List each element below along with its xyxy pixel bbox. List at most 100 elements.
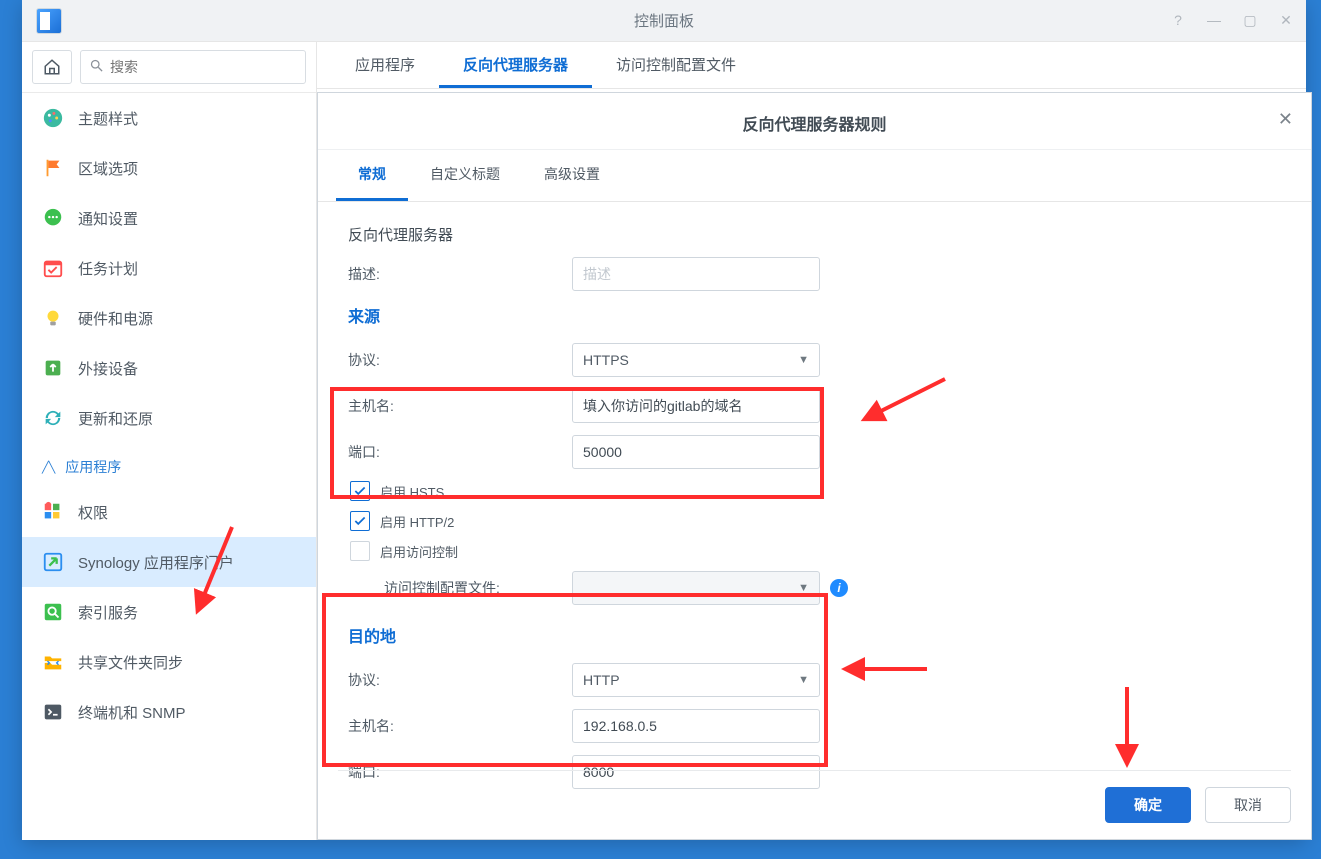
home-icon — [43, 58, 61, 76]
checkbox-access-control[interactable]: 启用访问控制 — [348, 541, 1281, 561]
chat-icon — [42, 207, 64, 229]
sidebar-item-regional[interactable]: 区域选项 — [22, 143, 316, 193]
sidebar-item-update-restore[interactable]: 更新和还原 — [22, 393, 316, 443]
search-field[interactable] — [110, 59, 297, 75]
sidebar-item-label: 终端机和 SNMP — [78, 702, 186, 723]
checkbox-label: 启用 HSTS — [380, 482, 444, 501]
input-dest-hostname[interactable] — [572, 709, 820, 743]
content-tabs: 应用程序 反向代理服务器 访问控制配置文件 — [317, 42, 1306, 89]
shortcut-icon — [42, 551, 64, 573]
sidebar-item-hardware-power[interactable]: 硬件和电源 — [22, 293, 316, 343]
home-button[interactable] — [32, 50, 72, 84]
label-description: 描述: — [348, 264, 572, 284]
checkbox-http2[interactable]: 启用 HTTP/2 — [348, 511, 1281, 531]
folder-sync-icon — [42, 651, 64, 673]
label-dest-hostname: 主机名: — [348, 716, 572, 736]
tab-reverse-proxy[interactable]: 反向代理服务器 — [439, 42, 592, 88]
input-source-hostname[interactable] — [572, 389, 820, 423]
sidebar-item-privileges[interactable]: 权限 — [22, 487, 316, 537]
dialog-tab-advanced[interactable]: 高级设置 — [522, 150, 622, 201]
sidebar-item-theme[interactable]: 主题样式 — [22, 93, 316, 143]
refresh-icon — [42, 407, 64, 429]
checkbox-icon — [350, 541, 370, 561]
terminal-icon — [42, 701, 64, 723]
sidebar-item-label: 共享文件夹同步 — [78, 652, 183, 673]
sidebar-item-label: 外接设备 — [78, 358, 138, 379]
sidebar-item-label: 主题样式 — [78, 108, 138, 129]
index-search-icon — [42, 601, 64, 623]
input-description[interactable] — [572, 257, 820, 291]
cancel-button[interactable]: 取消 — [1205, 787, 1291, 823]
flag-icon — [42, 157, 64, 179]
ok-button[interactable]: 确定 — [1105, 787, 1191, 823]
label-dest-protocol: 协议: — [348, 670, 572, 690]
nav-group-label: 应用程序 — [65, 457, 121, 477]
upload-device-icon — [42, 357, 64, 379]
section-header: 反向代理服务器 — [348, 224, 1281, 245]
dialog-title: 反向代理服务器规则 — [742, 117, 886, 134]
info-icon[interactable]: i — [830, 579, 848, 597]
select-source-protocol[interactable]: HTTPS ▼ — [572, 343, 820, 377]
close-icon[interactable]: ✕ — [1276, 12, 1296, 29]
minimize-icon[interactable]: — — [1204, 12, 1224, 29]
sidebar-item-app-portal[interactable]: Synology 应用程序门户 — [22, 537, 316, 587]
caret-down-icon: ▼ — [798, 354, 809, 366]
sidebar-item-label: 索引服务 — [78, 602, 138, 623]
sidebar-item-notification[interactable]: 通知设置 — [22, 193, 316, 243]
grid-lock-icon — [42, 501, 64, 523]
sidebar-item-label: 权限 — [78, 502, 108, 523]
search-input[interactable] — [80, 50, 306, 84]
dialog-close-icon[interactable]: ✕ — [1278, 109, 1293, 130]
nav-list: 主题样式 区域选项 通知设置 — [22, 93, 316, 840]
palette-icon — [42, 107, 64, 129]
nav-group-applications[interactable]: ╱╲ 应用程序 — [22, 443, 316, 487]
tab-applications[interactable]: 应用程序 — [331, 42, 439, 88]
sidebar-item-task-scheduler[interactable]: 任务计划 — [22, 243, 316, 293]
control-panel-window: 控制面板 ? — ▢ ✕ — [22, 0, 1306, 840]
sidebar-item-label: 通知设置 — [78, 208, 138, 229]
dialog-body: 反向代理服务器 描述: 来源 协议: HTTPS ▼ — [318, 202, 1311, 792]
help-icon[interactable]: ? — [1168, 12, 1188, 29]
checkbox-icon — [350, 481, 370, 501]
sidebar: 主题样式 区域选项 通知设置 — [22, 42, 317, 840]
source-port-field[interactable] — [583, 444, 809, 460]
calendar-icon — [42, 257, 64, 279]
maximize-icon[interactable]: ▢ — [1240, 12, 1260, 29]
dest-protocol-value: HTTP — [583, 672, 620, 688]
tab-access-control-profile[interactable]: 访问控制配置文件 — [592, 42, 760, 88]
caret-down-icon: ▼ — [798, 582, 809, 594]
dialog-footer: 确定 取消 — [338, 770, 1291, 823]
sidebar-item-indexing[interactable]: 索引服务 — [22, 587, 316, 637]
dialog-tab-general[interactable]: 常规 — [336, 150, 408, 201]
description-field[interactable] — [583, 266, 809, 282]
caret-down-icon: ▼ — [798, 674, 809, 686]
input-source-port[interactable] — [572, 435, 820, 469]
dest-hostname-field[interactable] — [583, 718, 809, 734]
section-dest-title: 目的地 — [348, 623, 1281, 647]
checkbox-hsts[interactable]: 启用 HSTS — [348, 481, 1281, 501]
source-protocol-value: HTTPS — [583, 352, 629, 368]
magnifier-icon — [89, 58, 104, 77]
reverse-proxy-rule-dialog: 反向代理服务器规则 ✕ 常规 自定义标题 高级设置 反向代理服务器 描述: — [317, 92, 1312, 840]
sidebar-item-terminal-snmp[interactable]: 终端机和 SNMP — [22, 687, 316, 737]
window-title: 控制面板 — [22, 10, 1306, 31]
source-hostname-field[interactable] — [583, 398, 809, 414]
checkbox-label: 启用 HTTP/2 — [380, 512, 454, 531]
bulb-icon — [42, 307, 64, 329]
sidebar-item-label: 任务计划 — [78, 258, 138, 279]
sidebar-item-label: 区域选项 — [78, 158, 138, 179]
dialog-tabs: 常规 自定义标题 高级设置 — [318, 150, 1311, 202]
dialog-tab-custom-header[interactable]: 自定义标题 — [408, 150, 522, 201]
select-access-profile: ▼ — [572, 571, 820, 605]
select-dest-protocol[interactable]: HTTP ▼ — [572, 663, 820, 697]
label-access-profile: 访问控制配置文件: — [384, 578, 572, 598]
checkbox-icon — [350, 511, 370, 531]
sidebar-item-label: 硬件和电源 — [78, 308, 153, 329]
content-area: 应用程序 反向代理服务器 访问控制配置文件 反向代理服务器规则 ✕ 常规 自定义… — [317, 42, 1306, 840]
sidebar-item-label: 更新和还原 — [78, 408, 153, 429]
sidebar-item-external-devices[interactable]: 外接设备 — [22, 343, 316, 393]
label-source-protocol: 协议: — [348, 350, 572, 370]
label-source-hostname: 主机名: — [348, 396, 572, 416]
sidebar-item-shared-folder-sync[interactable]: 共享文件夹同步 — [22, 637, 316, 687]
label-source-port: 端口: — [348, 442, 572, 462]
